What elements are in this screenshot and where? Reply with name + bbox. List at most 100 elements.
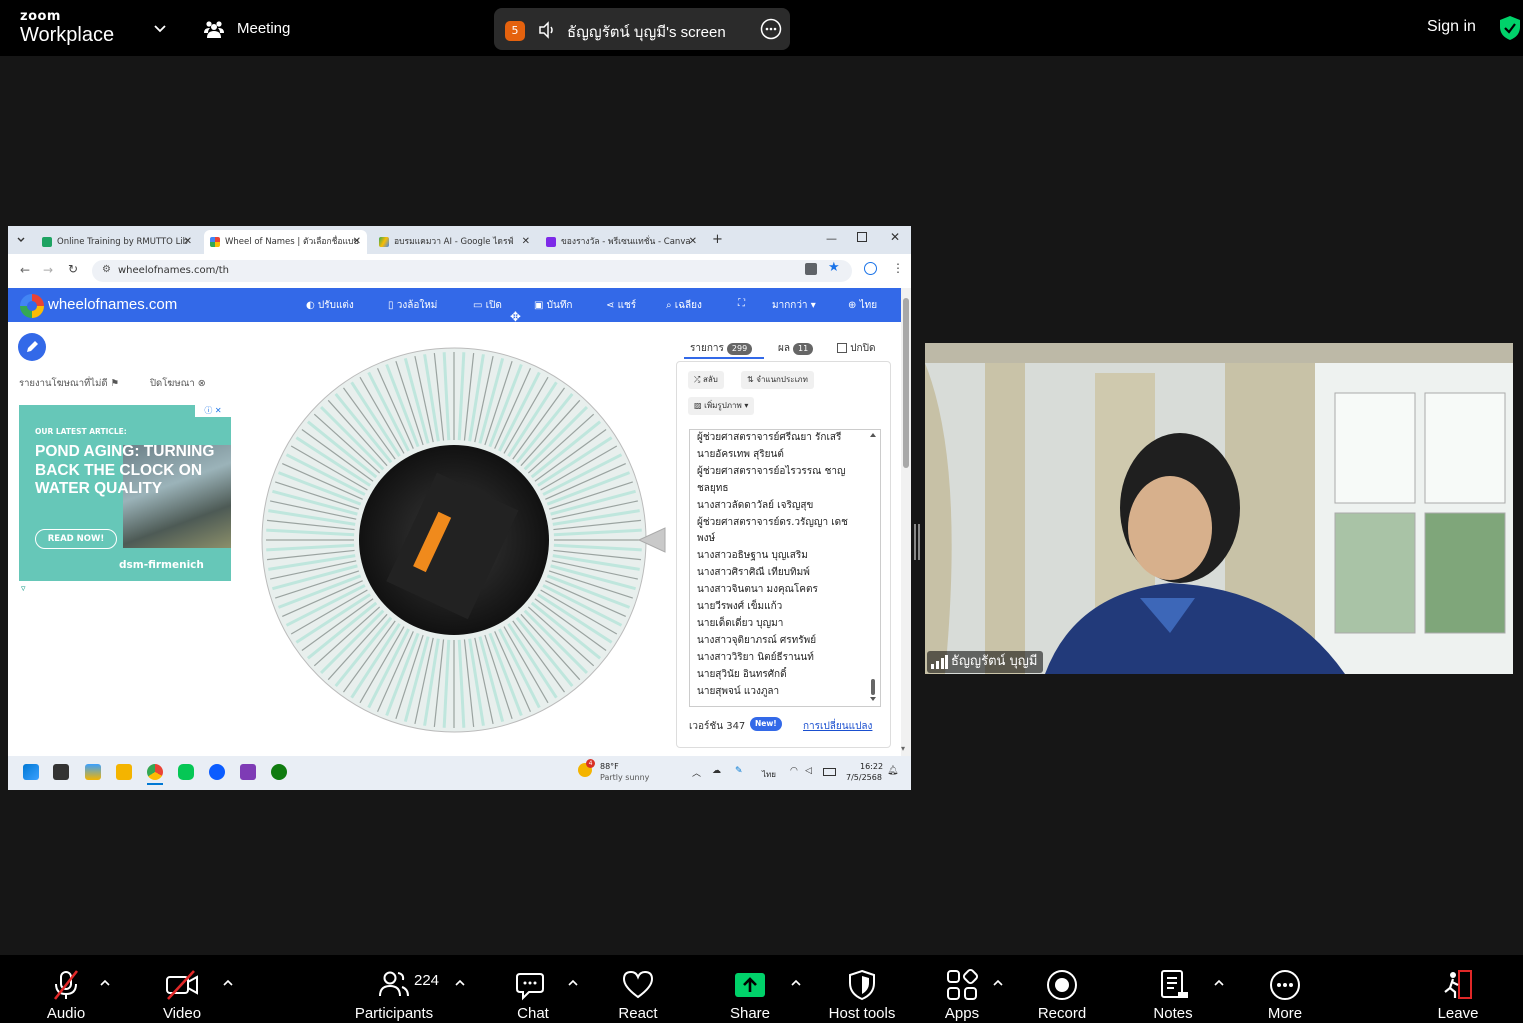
apps-button[interactable] bbox=[945, 968, 979, 1002]
browser-tab[interactable]: Online Training by RMUTTO Lib ✕ bbox=[36, 230, 198, 254]
notes-options-caret-icon[interactable] bbox=[1213, 978, 1225, 988]
participant-video[interactable] bbox=[925, 343, 1513, 674]
nav-fullscreen[interactable]: ⛶ bbox=[738, 298, 745, 309]
edit-pencil-button[interactable] bbox=[18, 333, 46, 361]
close-icon[interactable]: ✕ bbox=[353, 230, 361, 254]
share-button[interactable] bbox=[733, 968, 767, 1002]
url-field[interactable]: wheelofnames.com/th bbox=[92, 260, 852, 282]
share-options-caret-icon[interactable] bbox=[790, 978, 802, 988]
entries-textarea[interactable]: ผู้ช่วยศาสตราจารย์ศรีณยา รักเสรี นายอัครเ… bbox=[689, 429, 881, 707]
nav-save[interactable]: ▣ บันทึก bbox=[534, 298, 572, 313]
ad-choices-icon[interactable]: ⓘ ✕ bbox=[195, 405, 231, 417]
browser-tab[interactable]: ของรางวัล - พรีเซนแทชั่น - Canva ✕ bbox=[540, 230, 703, 254]
chat-options-caret-icon[interactable] bbox=[567, 978, 579, 988]
chrome-icon[interactable] bbox=[147, 764, 163, 780]
notes-button[interactable] bbox=[1156, 968, 1190, 1002]
sort-button[interactable]: ⇅ จำแนกประเภท bbox=[741, 371, 814, 389]
windows-start-icon[interactable] bbox=[23, 764, 39, 780]
store-app-icon[interactable] bbox=[85, 764, 101, 780]
minimize-icon[interactable]: — bbox=[826, 232, 837, 245]
shuffle-button[interactable]: ⤮ สลับ bbox=[688, 371, 724, 389]
file-explorer-icon[interactable] bbox=[116, 764, 132, 780]
connection-signal-icon[interactable] bbox=[930, 655, 948, 669]
reload-icon[interactable]: ↻ bbox=[68, 262, 78, 276]
nav-language[interactable]: ⊕ ไทย bbox=[848, 298, 877, 313]
audio-button[interactable] bbox=[48, 968, 84, 1002]
site-info-icon[interactable]: ⚙ bbox=[102, 264, 111, 275]
ad-read-now-button[interactable]: READ NOW! bbox=[35, 529, 117, 549]
scroll-down-icon[interactable]: ▾ bbox=[901, 744, 905, 753]
xbox-icon[interactable] bbox=[271, 764, 287, 780]
notification-bell-icon[interactable]: 🔔︎ bbox=[887, 766, 898, 776]
chevron-down-icon[interactable] bbox=[152, 20, 168, 36]
app-icon[interactable] bbox=[240, 764, 256, 780]
entries-scrollbar[interactable] bbox=[869, 431, 877, 703]
tab-search-icon[interactable] bbox=[16, 235, 26, 245]
weather-temperature[interactable]: 88°F bbox=[600, 762, 619, 771]
battery-icon[interactable] bbox=[823, 768, 836, 776]
video-button[interactable] bbox=[164, 968, 200, 1002]
zoom-workplace-logo[interactable]: zoom Workplace bbox=[20, 10, 114, 47]
video-options-caret-icon[interactable] bbox=[222, 978, 234, 988]
speaker-icon[interactable] bbox=[537, 20, 557, 40]
more-options-icon[interactable] bbox=[760, 18, 782, 40]
participants-options-caret-icon[interactable] bbox=[454, 978, 466, 988]
browser-menu-icon[interactable]: ⋮ bbox=[892, 261, 904, 275]
sign-in-button[interactable]: Sign in bbox=[1427, 18, 1476, 36]
volume-icon[interactable]: ◁ bbox=[805, 766, 812, 776]
participants-button[interactable] bbox=[378, 968, 410, 1002]
close-window-icon[interactable]: ✕ bbox=[890, 230, 900, 244]
record-button[interactable] bbox=[1045, 968, 1079, 1002]
close-icon[interactable]: ✕ bbox=[689, 230, 697, 254]
meeting-label[interactable]: Meeting bbox=[237, 20, 290, 37]
host-tools-button[interactable] bbox=[845, 968, 879, 1002]
new-tab-button[interactable]: + bbox=[712, 232, 723, 247]
site-name[interactable]: wheelofnames.com bbox=[48, 296, 177, 313]
audio-options-caret-icon[interactable] bbox=[99, 978, 111, 988]
changelog-link[interactable]: การเปลี่ยนแปลง bbox=[803, 719, 872, 734]
browser-tab-active[interactable]: Wheel of Names | ตัวเลือกชื่อแบบ ✕ bbox=[204, 230, 367, 254]
language-indicator[interactable]: ไทย bbox=[762, 768, 776, 781]
tray-chevron-up-icon[interactable]: ︿ bbox=[692, 766, 701, 779]
nav-gallery[interactable]: ⌕ เฉลียง bbox=[666, 298, 702, 313]
resize-handle-icon[interactable] bbox=[913, 524, 921, 560]
meeting-icon[interactable] bbox=[203, 18, 225, 40]
name-wheel[interactable] bbox=[260, 346, 648, 734]
pen-icon[interactable]: ✎ bbox=[735, 766, 743, 776]
nav-customize[interactable]: ◐ ปรับแต่ง bbox=[306, 298, 354, 313]
chat-button[interactable] bbox=[515, 968, 549, 1002]
restore-icon[interactable] bbox=[857, 232, 867, 242]
close-icon[interactable]: ✕ bbox=[184, 230, 192, 254]
close-icon[interactable]: ✕ bbox=[522, 230, 530, 254]
task-view-icon[interactable] bbox=[53, 764, 69, 780]
apps-options-caret-icon[interactable] bbox=[992, 978, 1004, 988]
hide-checkbox[interactable]: ปกปิด bbox=[837, 341, 875, 356]
page-scroll-thumb[interactable] bbox=[903, 298, 909, 468]
ad-filter-icon[interactable]: ▿ bbox=[21, 584, 26, 594]
line-app-icon[interactable] bbox=[178, 764, 194, 780]
advertisement[interactable]: OUR LATEST ARTICLE: POND AGING: TURNING … bbox=[19, 405, 231, 581]
wheel-logo-icon[interactable] bbox=[20, 294, 44, 318]
nav-open[interactable]: ▭ เปิด bbox=[473, 298, 502, 313]
browser-tab[interactable]: อบรมแคมวา AI - Google ไดรฟ์ ✕ bbox=[373, 230, 536, 254]
nav-more[interactable]: มากกว่า ▾ bbox=[772, 298, 816, 313]
zoom-app-icon[interactable] bbox=[209, 764, 225, 780]
nav-new-wheel[interactable]: ▯ วงล้อใหม่ bbox=[388, 298, 437, 313]
onedrive-icon[interactable]: ☁ bbox=[712, 766, 721, 776]
leave-button[interactable] bbox=[1441, 968, 1475, 1002]
report-ad-link[interactable]: รายงานโฆษณาที่ไม่ดี ⚑ bbox=[19, 376, 119, 391]
back-arrow-icon[interactable]: ← bbox=[20, 263, 30, 277]
forward-arrow-icon[interactable]: → bbox=[43, 263, 53, 277]
add-image-button[interactable]: ▨ เพิ่มรูปภาพ ▾ bbox=[688, 397, 755, 415]
react-button[interactable] bbox=[621, 968, 655, 1002]
encryption-shield-icon[interactable] bbox=[1498, 15, 1522, 41]
nav-share[interactable]: ⋖ แชร์ bbox=[606, 298, 636, 313]
translate-icon[interactable] bbox=[805, 263, 817, 275]
profile-icon[interactable] bbox=[864, 262, 877, 275]
bookmark-star-icon[interactable]: ★ bbox=[828, 260, 840, 275]
clock-time[interactable]: 16:22 bbox=[860, 762, 883, 771]
tab-results[interactable]: ผล 11 bbox=[778, 341, 814, 356]
tab-entries[interactable]: รายการ 299 bbox=[690, 341, 753, 356]
wifi-icon[interactable]: ◠ bbox=[790, 766, 798, 776]
more-button[interactable] bbox=[1268, 968, 1302, 1002]
